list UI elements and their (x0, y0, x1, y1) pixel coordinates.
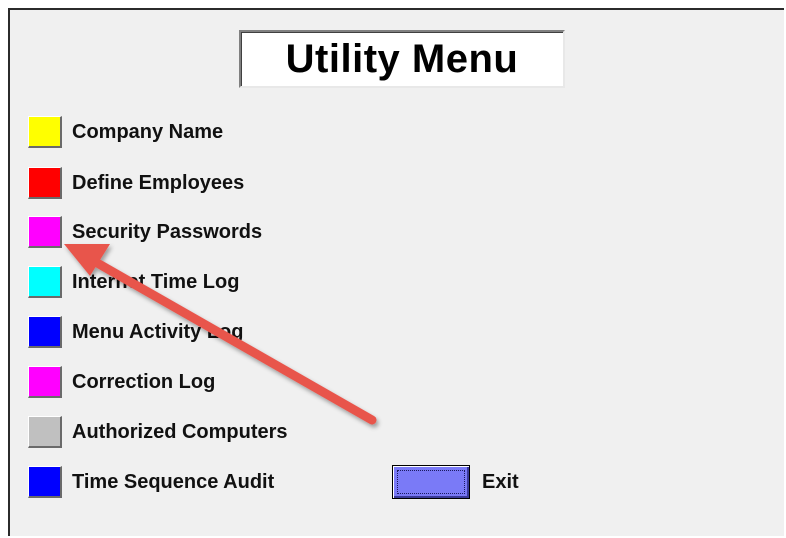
menu-item-label: Security Passwords (72, 220, 263, 243)
exit-label: Exit (482, 470, 519, 493)
menu-item-company-name[interactable]: Company Name (28, 114, 223, 150)
menu-item-define-employees[interactable]: Define Employees (28, 165, 244, 201)
exit-button[interactable] (392, 465, 470, 499)
menu-item-label: Define Employees (72, 171, 245, 194)
define-employees-button[interactable] (28, 167, 62, 199)
time-sequence-audit-button[interactable] (28, 466, 62, 498)
authorized-computers-button[interactable] (28, 416, 62, 448)
menu-item-label: Authorized Computers (72, 420, 288, 443)
page-title: Utility Menu (285, 36, 519, 81)
correction-log-button[interactable] (28, 366, 62, 398)
menu-item-label: Internet Time Log (72, 270, 240, 293)
utility-menu-window: Utility Menu Company Name Define Employe… (8, 8, 784, 536)
menu-item-security-passwords[interactable]: Security Passwords (28, 214, 262, 250)
menu-item-authorized-computers[interactable]: Authorized Computers (28, 414, 288, 450)
menu-item-internet-time-log[interactable]: Internet Time Log (28, 264, 239, 300)
menu-item-menu-activity-log[interactable]: Menu Activity Log (28, 314, 243, 350)
menu-item-label: Menu Activity Log (72, 320, 244, 343)
menu-item-label: Time Sequence Audit (72, 470, 275, 493)
menu-item-time-sequence-audit[interactable]: Time Sequence Audit (28, 464, 274, 500)
internet-time-log-button[interactable] (28, 266, 62, 298)
exit-item[interactable]: Exit (392, 464, 519, 500)
menu-item-label: Correction Log (72, 370, 216, 393)
menu-activity-log-button[interactable] (28, 316, 62, 348)
security-passwords-button[interactable] (28, 216, 62, 248)
title-box: Utility Menu (239, 30, 565, 88)
menu-item-correction-log[interactable]: Correction Log (28, 364, 215, 400)
company-name-button[interactable] (28, 116, 62, 148)
menu-item-label: Company Name (72, 120, 224, 143)
